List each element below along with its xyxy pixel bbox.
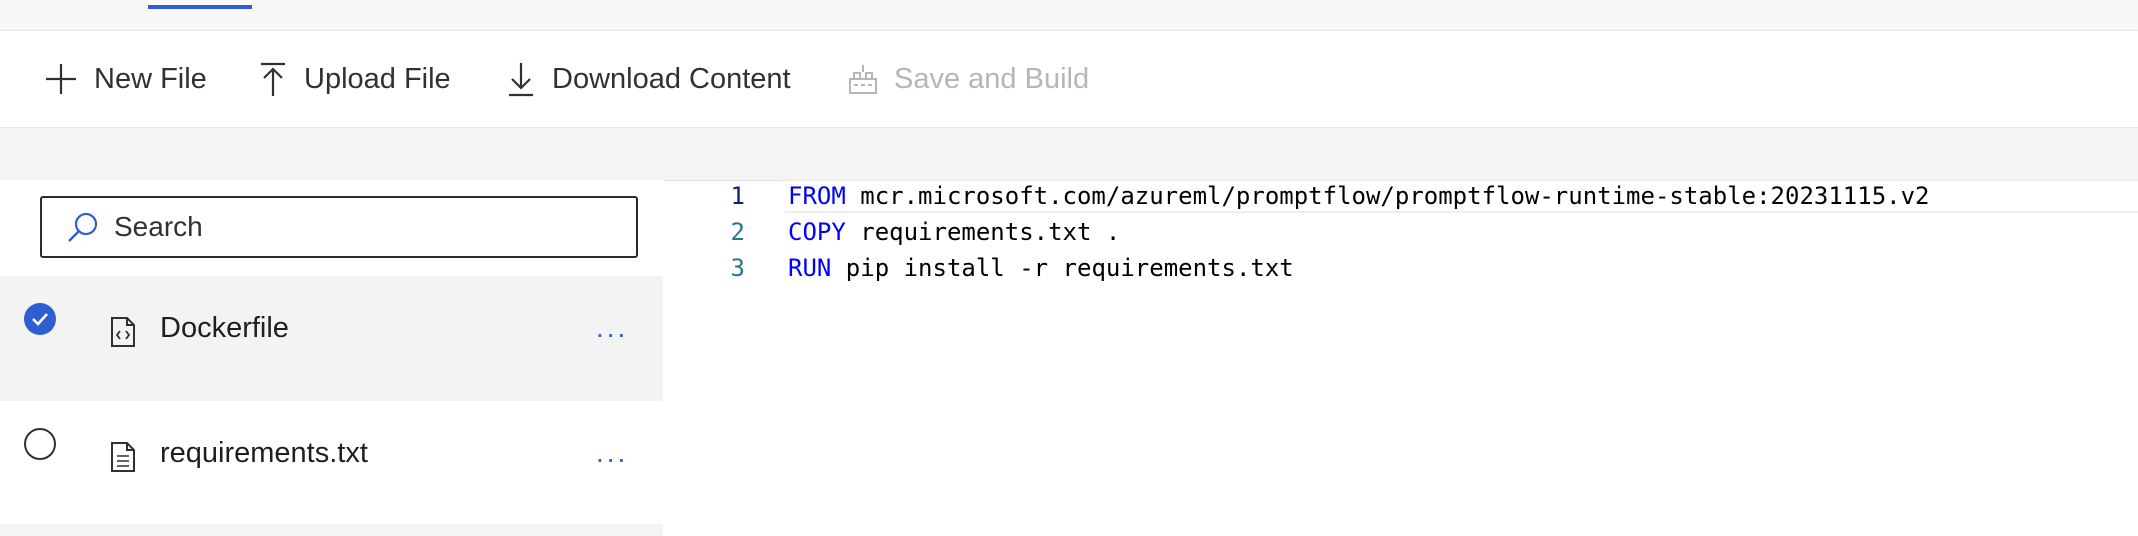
upload-file-label: Upload File	[304, 62, 451, 95]
new-file-button[interactable]: New File	[44, 31, 207, 127]
download-content-label: Download Content	[552, 62, 791, 95]
line-number: 3	[730, 254, 745, 282]
code-keyword: COPY	[788, 218, 846, 246]
code-text: requirements.txt .	[845, 218, 1121, 246]
new-file-label: New File	[94, 62, 207, 95]
file-row-dockerfile[interactable]: Dockerfile ...	[0, 276, 663, 401]
code-keyword: FROM	[788, 182, 846, 210]
more-options-button[interactable]: ...	[596, 437, 628, 469]
download-icon	[509, 63, 533, 97]
save-and-build-label: Save and Build	[894, 62, 1090, 95]
line-number: 2	[730, 218, 745, 246]
code-line[interactable]: COPY requirements.txt .	[788, 218, 1120, 246]
toolbar: New File Upload File Download Content Sa…	[0, 31, 2138, 128]
checkmark-icon	[32, 313, 48, 326]
select-checkbox[interactable]	[24, 428, 56, 460]
code-keyword: RUN	[788, 254, 832, 282]
toolbar-separator-strip	[0, 128, 2138, 180]
build-icon	[849, 65, 877, 94]
code-line[interactable]: RUN pip install -r requirements.txt	[788, 254, 1294, 282]
code-text: mcr.microsoft.com/azureml/promptflow/pro…	[845, 182, 1930, 210]
search-icon	[68, 212, 98, 242]
selected-checkbox[interactable]	[24, 303, 56, 335]
file-name: Dockerfile	[160, 312, 289, 344]
download-content-button[interactable]: Download Content	[506, 31, 791, 127]
search-input[interactable]	[114, 211, 594, 243]
line-number: 1	[730, 182, 745, 210]
pane-bottom-strip	[0, 524, 663, 536]
code-text: pip install -r requirements.txt	[831, 254, 1294, 282]
file-row-requirements[interactable]: requirements.txt ...	[0, 401, 663, 526]
upload-file-button[interactable]: Upload File	[258, 31, 451, 127]
file-name: requirements.txt	[160, 437, 368, 469]
code-file-icon	[111, 317, 135, 347]
top-tab-strip	[0, 0, 2138, 31]
plus-icon	[46, 64, 76, 94]
code-line[interactable]: FROM mcr.microsoft.com/azureml/promptflo…	[788, 182, 1930, 210]
upload-icon	[261, 62, 285, 96]
search-box[interactable]	[40, 196, 638, 258]
text-file-icon	[111, 442, 135, 472]
save-and-build-button[interactable]: Save and Build	[848, 31, 1089, 127]
active-tab-indicator	[148, 5, 252, 9]
more-options-button[interactable]: ...	[596, 312, 628, 344]
